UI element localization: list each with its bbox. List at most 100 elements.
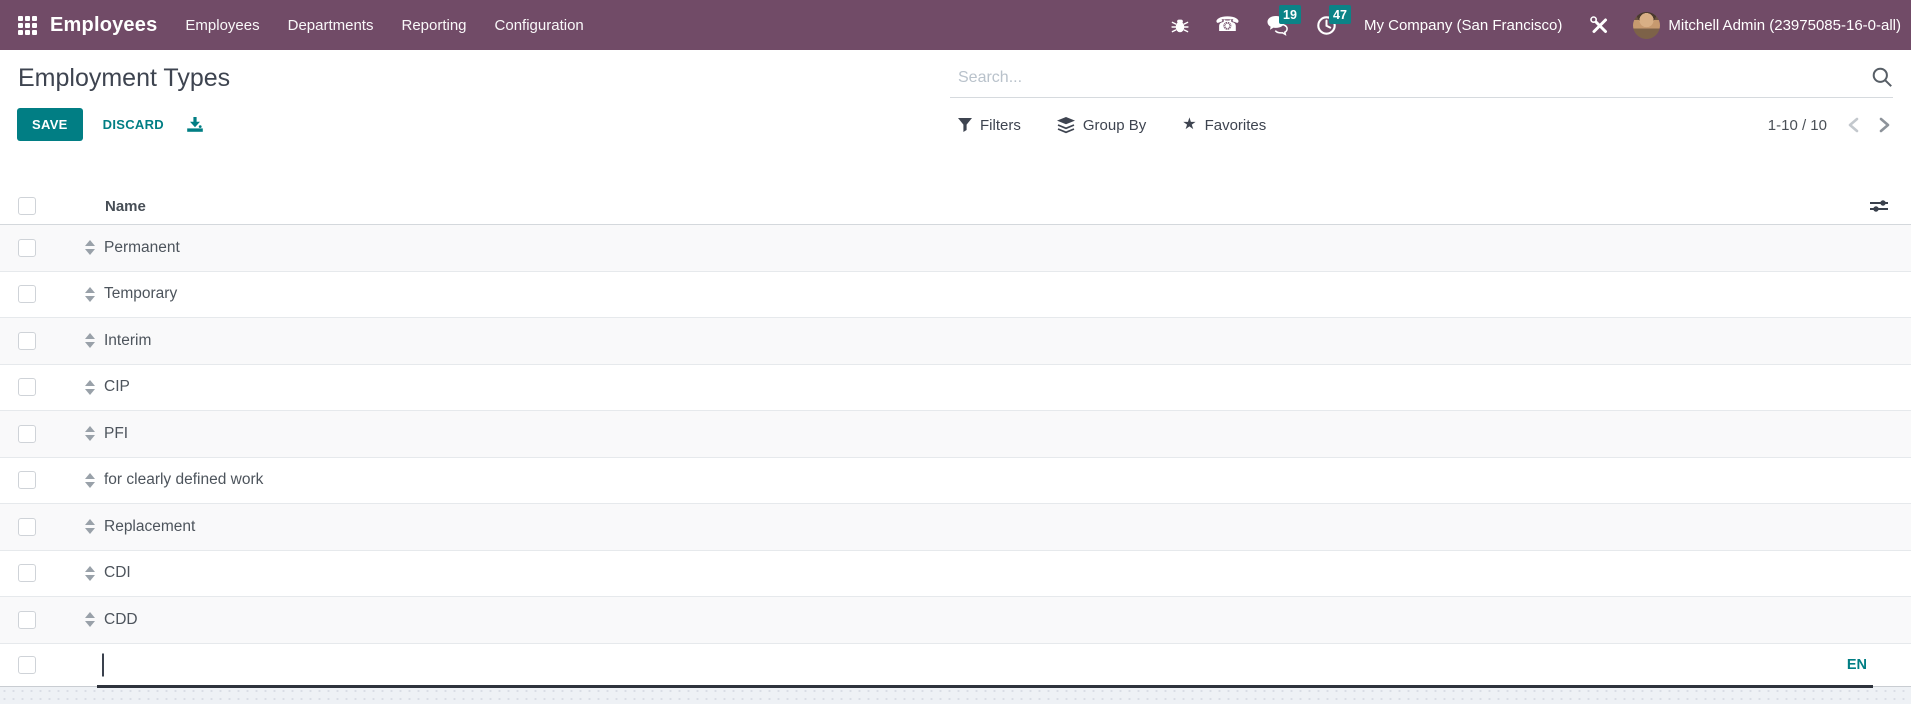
table-row[interactable]: Interim <box>0 318 1911 365</box>
column-header-name[interactable]: Name <box>105 198 146 215</box>
row-name: PFI <box>104 424 129 442</box>
tools-icon <box>1590 15 1608 33</box>
pager: 1-10 / 10 <box>1768 108 1895 142</box>
filter-funnel-icon <box>958 118 972 132</box>
user-menu[interactable]: Mitchell Admin (23975085-16-0-all) <box>1668 17 1903 34</box>
drag-handle-icon[interactable] <box>85 240 95 256</box>
save-button[interactable]: SAVE <box>17 108 83 141</box>
support-tools-button[interactable] <box>1576 0 1623 50</box>
chevron-right-icon <box>1879 117 1890 133</box>
search-input[interactable] <box>950 68 1865 87</box>
favorites-label: Favorites <box>1204 116 1267 134</box>
search-icon <box>1872 67 1892 87</box>
filters-label: Filters <box>980 116 1021 134</box>
message-count-badge: 19 <box>1278 5 1301 24</box>
filters-button[interactable]: Filters <box>958 117 1021 134</box>
sliders-icon <box>1870 200 1888 212</box>
systray: ☎ 19 47 My Company (San Francisco) Mitch… <box>1158 0 1903 50</box>
apps-menu-button[interactable] <box>10 0 44 50</box>
company-switcher[interactable]: My Company (San Francisco) <box>1350 17 1576 34</box>
row-checkbox[interactable] <box>18 378 36 397</box>
row-checkbox[interactable] <box>18 610 36 629</box>
row-name: CIP <box>104 378 130 396</box>
optional-columns-button[interactable] <box>1866 196 1892 216</box>
control-panel: Employment Types SAVE DISCARD Search... … <box>0 50 1911 188</box>
pager-next-button[interactable] <box>1874 115 1895 135</box>
favorites-button[interactable]: ★ Favorites <box>1182 117 1266 134</box>
drag-handle-icon[interactable] <box>85 379 95 395</box>
user-avatar[interactable] <box>1633 11 1661 39</box>
name-input[interactable] <box>97 644 1873 686</box>
drag-handle-icon[interactable] <box>85 519 95 535</box>
drag-handle-icon[interactable] <box>85 565 95 581</box>
drag-handle-icon[interactable] <box>85 472 95 488</box>
menu-item-departments[interactable]: Departments <box>274 0 388 50</box>
page-title: Employment Types <box>18 64 231 92</box>
drag-handle-icon[interactable] <box>85 612 95 628</box>
group-by-label: Group By <box>1082 116 1147 134</box>
row-name: Replacement <box>104 517 196 535</box>
messages-button[interactable]: 19 <box>1253 0 1303 50</box>
new-record-row[interactable]: EN <box>0 643 1911 688</box>
drag-handle-icon[interactable] <box>85 286 95 302</box>
phone-icon: ☎ <box>1215 14 1240 36</box>
chevron-left-icon <box>1848 117 1859 133</box>
text-cursor <box>102 653 104 676</box>
list-footer-band <box>0 686 1911 704</box>
select-all-checkbox[interactable] <box>18 197 36 215</box>
apps-grid-icon <box>17 15 37 35</box>
drag-handle-icon[interactable] <box>85 426 95 442</box>
table-row[interactable]: Replacement <box>0 504 1911 551</box>
voip-button[interactable]: ☎ <box>1202 0 1253 50</box>
odoo-app-window: Employees Employees Departments Reportin… <box>0 0 1911 704</box>
row-name: Permanent <box>104 238 180 256</box>
row-name: CDD <box>104 610 138 628</box>
input-focus-underline <box>97 684 1873 688</box>
row-checkbox[interactable] <box>18 655 36 674</box>
list-body: Permanent Temporary Interim CIP PFI for … <box>0 225 1911 688</box>
row-name: CDI <box>104 564 131 582</box>
row-checkbox[interactable] <box>18 331 36 350</box>
language-badge[interactable]: EN <box>1847 657 1867 673</box>
search-button[interactable] <box>1865 66 1893 90</box>
row-name: Interim <box>104 331 152 349</box>
table-row[interactable]: Permanent <box>0 225 1911 272</box>
menu-item-reporting[interactable]: Reporting <box>387 0 480 50</box>
row-checkbox[interactable] <box>18 285 36 304</box>
pager-previous-button[interactable] <box>1843 115 1864 135</box>
row-name: for clearly defined work <box>104 471 264 489</box>
row-checkbox[interactable] <box>18 471 36 490</box>
layers-icon <box>1056 116 1075 133</box>
top-menu: Employees Departments Reporting Configur… <box>171 0 597 50</box>
activity-count-badge: 47 <box>1328 5 1351 24</box>
table-row[interactable]: PFI <box>0 411 1911 458</box>
top-navbar: Employees Employees Departments Reportin… <box>0 0 1911 50</box>
row-checkbox[interactable] <box>18 424 36 443</box>
row-checkbox[interactable] <box>18 517 36 536</box>
row-checkbox[interactable] <box>18 238 36 257</box>
filter-bar: Filters Group By ★ Favorites <box>958 108 1266 142</box>
export-button[interactable] <box>184 113 206 137</box>
pager-range: 1-10 / 10 <box>1767 116 1827 134</box>
download-icon <box>187 116 203 132</box>
table-row[interactable]: for clearly defined work <box>0 457 1911 504</box>
discard-button[interactable]: DISCARD <box>101 108 166 141</box>
list-header-row: Name <box>0 188 1911 225</box>
drag-handle-icon[interactable] <box>85 333 95 349</box>
group-by-button[interactable]: Group By <box>1056 116 1147 134</box>
star-icon: ★ <box>1182 116 1197 133</box>
table-row[interactable]: CIP <box>0 364 1911 411</box>
debug-button[interactable] <box>1158 0 1202 50</box>
activities-button[interactable]: 47 <box>1303 0 1351 50</box>
menu-item-employees[interactable]: Employees <box>171 0 273 50</box>
row-checkbox[interactable] <box>18 564 36 583</box>
app-brand-title[interactable]: Employees <box>50 14 157 37</box>
table-row[interactable]: CDD <box>0 597 1911 644</box>
row-name: Temporary <box>104 285 178 303</box>
action-buttons: SAVE DISCARD <box>17 108 206 141</box>
table-row[interactable]: Temporary <box>0 271 1911 318</box>
bug-icon <box>1171 19 1189 33</box>
search-bar <box>950 58 1893 98</box>
menu-item-configuration[interactable]: Configuration <box>481 0 598 50</box>
table-row[interactable]: CDI <box>0 550 1911 597</box>
